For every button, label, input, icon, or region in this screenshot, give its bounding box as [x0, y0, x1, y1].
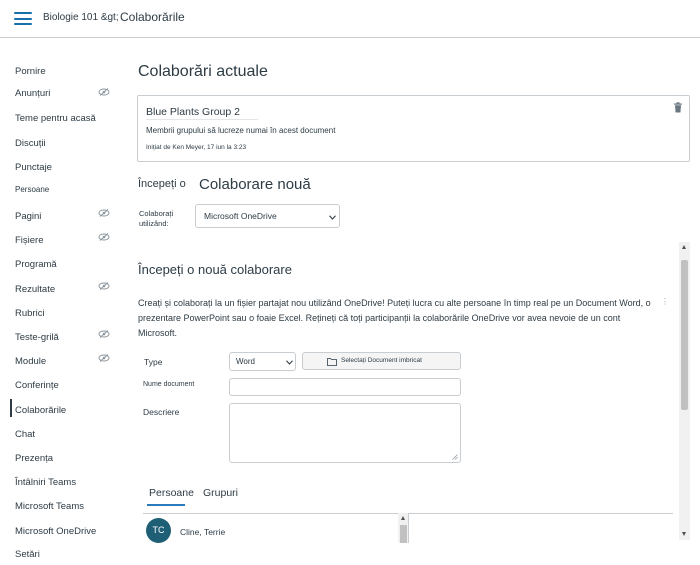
trash-icon[interactable] — [673, 102, 683, 113]
scroll-thumb[interactable] — [681, 260, 688, 410]
sidebar-item-chat[interactable]: Chat — [15, 429, 35, 440]
eye-off-icon — [98, 282, 110, 290]
sidebar-item-programa[interactable]: Programă — [15, 259, 57, 270]
eye-off-icon — [98, 354, 110, 362]
sidebar-item-colaborarile[interactable]: Colaborările — [15, 405, 66, 416]
eye-off-icon — [98, 88, 110, 96]
eye-off-icon — [98, 330, 110, 338]
sidebar-item-rezultate[interactable]: Rezultate — [15, 284, 55, 295]
sidebar-item-microsoft-onedrive[interactable]: Microsoft OneDrive — [15, 526, 96, 537]
form-description: Creați și colaborați la un fișier partaj… — [138, 298, 651, 338]
new-collaboration-prefix: Începeți o — [138, 178, 186, 190]
avatar: TC — [146, 518, 171, 543]
sidebar-item-conferinte[interactable]: Conferințe — [15, 380, 59, 391]
sidebar-item-persoane[interactable]: Persoane — [15, 185, 49, 194]
sidebar-item-pagini[interactable]: Pagini — [15, 211, 41, 222]
type-select[interactable]: Word — [229, 352, 296, 371]
service-select[interactable]: Microsoft OneDrive — [195, 204, 340, 228]
sidebar-item-punctaje[interactable]: Punctaje — [15, 162, 52, 173]
divider — [146, 119, 258, 120]
eye-off-icon — [98, 233, 110, 241]
more-options-icon[interactable]: ⋮ — [661, 297, 669, 306]
tab-persoane[interactable]: Persoane — [149, 487, 194, 499]
sidebar-item-module[interactable]: Module — [15, 356, 46, 367]
form-section-title: Începeți o nouă colaborare — [138, 262, 292, 277]
header: Biologie 101 &gt; Colaborările — [0, 0, 700, 38]
collaboration-meta: Inițiat de Ken Meyer, 17 iun la 3:23 — [146, 144, 247, 151]
chevron-down-icon — [286, 360, 293, 365]
sidebar-item-rubrici[interactable]: Rubrici — [15, 308, 45, 319]
resize-grip-icon[interactable] — [452, 454, 458, 460]
collaborate-with-label: Colaborați utilizând: — [139, 209, 174, 228]
type-label: Type — [144, 357, 163, 367]
sidebar-item-anunturi[interactable]: Anunțuri — [15, 88, 50, 99]
scroll-up-arrow-icon[interactable] — [682, 245, 686, 249]
hamburger-menu-icon[interactable] — [14, 12, 32, 25]
sidebar-item-prezenta[interactable]: Prezența — [15, 453, 53, 464]
active-tab-indicator — [147, 504, 185, 506]
service-select-value: Microsoft OneDrive — [204, 211, 277, 221]
breadcrumb-page: Colaborările — [120, 10, 185, 24]
description-textarea[interactable] — [229, 403, 461, 463]
breadcrumb-course[interactable]: Biologie 101 &gt; — [43, 12, 119, 23]
sidebar-item-teste-grila[interactable]: Teste-grilă — [15, 332, 59, 343]
chevron-down-icon — [329, 215, 336, 220]
sidebar-item-microsoft-teams[interactable]: Microsoft Teams — [15, 501, 84, 512]
sidebar-item-fisiere[interactable]: Fișiere — [15, 235, 44, 246]
type-select-value: Word — [236, 357, 255, 366]
sidebar-item-teme[interactable]: Teme pentru acasă — [15, 113, 96, 124]
document-name-label: Nume document — [143, 381, 195, 388]
select-embedded-document-button[interactable]: Selectați Document imbricat — [302, 352, 461, 370]
select-embedded-document-label: Selectați Document imbricat — [341, 357, 422, 364]
new-collaboration-title: Colaborare nouă — [199, 176, 311, 193]
collaboration-card: Blue Plants Group 2 Membrii grupului să … — [137, 95, 690, 162]
eye-off-icon — [98, 209, 110, 217]
person-name[interactable]: Cline, Terrie — [180, 527, 225, 537]
collaboration-description: Membrii grupului să lucreze numai în ace… — [146, 126, 336, 135]
form-scrollbar[interactable] — [679, 242, 690, 540]
scroll-up-arrow-icon[interactable] — [401, 516, 405, 520]
sidebar-item-discutii[interactable]: Discuții — [15, 138, 46, 149]
people-list-scrollbar[interactable] — [398, 513, 409, 543]
description-label: Descriere — [143, 407, 180, 417]
folder-icon — [327, 358, 337, 366]
scroll-down-arrow-icon[interactable] — [682, 532, 686, 536]
scroll-thumb[interactable] — [400, 525, 407, 543]
document-name-input[interactable] — [229, 378, 461, 396]
sidebar-item-pornire[interactable]: Pornire — [15, 66, 46, 77]
tab-grupuri[interactable]: Grupuri — [203, 487, 238, 499]
current-collaborations-title: Colaborări actuale — [138, 63, 268, 80]
collaboration-name-link[interactable]: Blue Plants Group 2 — [146, 106, 240, 118]
sidebar-item-intalniri-teams[interactable]: Întâlniri Teams — [15, 477, 76, 488]
sidebar-item-setari[interactable]: Setări — [15, 549, 40, 560]
active-nav-indicator — [10, 399, 12, 417]
